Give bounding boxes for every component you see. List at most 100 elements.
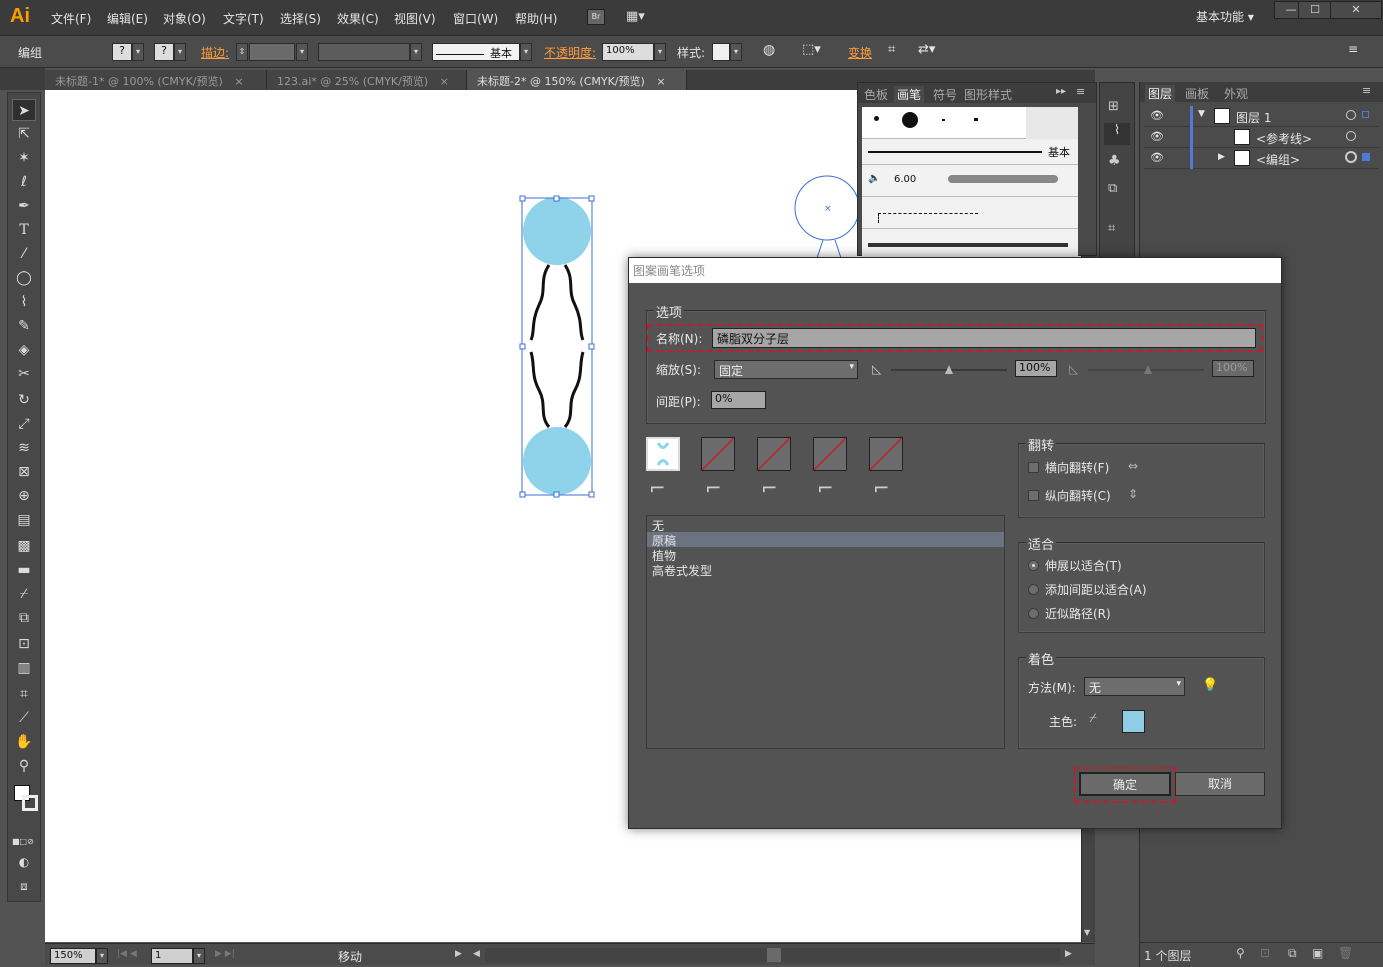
width-tool-icon[interactable]: ≋ [12,437,36,459]
key-color-swatch[interactable] [1122,710,1145,733]
ok-button[interactable]: 确定 [1079,772,1171,796]
scroll-right-icon[interactable]: ▶ [1065,949,1072,959]
eyedropper-tool-icon[interactable]: ⌿ [12,583,36,605]
gradient-tool-icon[interactable]: ▬ [12,559,36,581]
visibility-eye-icon[interactable]: 👁 [1150,130,1164,143]
pencil-tool-icon[interactable]: ✎ [12,315,36,337]
delete-layer-icon[interactable]: 🗑 [1338,946,1353,960]
magic-wand-tool-icon[interactable]: ✶ [12,147,36,169]
drawing-mode-icon[interactable]: ◐ [12,851,36,873]
symbol-sprayer-tool-icon[interactable]: ⊡ [12,633,36,655]
menu-object[interactable]: 对象(O) [163,10,206,27]
graphic-styles-panel-icon[interactable]: ⧉ [1108,181,1117,196]
zoom-dropdown[interactable]: ▾ [96,948,108,964]
close-window-button[interactable]: ✕ [1330,1,1382,19]
tab-symbols[interactable]: 符号 [933,86,957,103]
free-transform-tool-icon[interactable]: ⊠ [12,461,36,483]
name-input[interactable]: 磷脂双分子层 [712,328,1256,348]
selection-tool-icon[interactable]: ➤ [12,99,36,121]
bridge-button[interactable]: Br [587,9,605,25]
scroll-thumb[interactable] [767,948,781,962]
art-brush-row[interactable]: 🔈 6.00 [862,165,1078,197]
paintbrush-tool-icon[interactable]: ⌇ [12,291,36,313]
last-artboard-icon[interactable]: ▶ ▶| [215,949,235,959]
fit-spacing-radio[interactable] [1028,584,1039,595]
menu-type[interactable]: 文字(T) [223,10,264,27]
first-artboard-icon[interactable]: |◀ ◀ [117,949,137,959]
tab-close-icon[interactable]: × [656,75,665,88]
visibility-eye-icon[interactable]: 👁 [1150,151,1164,164]
brush-panel-menu-icon[interactable]: ≡ [1076,85,1085,98]
end-tile[interactable] [869,437,903,471]
visibility-eye-icon[interactable]: 👁 [1150,109,1164,122]
target-icon[interactable] [1346,110,1356,120]
fill-swatch[interactable]: ? [112,43,132,61]
direct-selection-tool-icon[interactable]: ⇱ [12,123,36,145]
expand-arrow-icon[interactable]: ▼ [1198,109,1205,119]
stroke-label[interactable]: 描边: [201,44,229,61]
variable-width-dropdown[interactable]: ▾ [410,43,422,61]
menu-help[interactable]: 帮助(H) [515,10,557,27]
ellipse-tool-icon[interactable]: ◯ [12,267,36,289]
shape-builder-tool-icon[interactable]: ⊕ [12,485,36,507]
transform-link[interactable]: 变换 [848,44,872,61]
mesh-tool-icon[interactable]: ▩ [12,535,36,557]
bristle-brush-row[interactable] [862,229,1078,257]
brush-list[interactable]: 基本 🔈 6.00 [862,107,1078,257]
expand-arrow-icon[interactable]: ▶ [1218,152,1225,162]
menu-window[interactable]: 窗口(W) [453,10,498,27]
transform-again-icon[interactable]: ⇄▾ [918,42,935,57]
menu-edit[interactable]: 编辑(E) [107,10,148,27]
artboard-field[interactable]: 1 [151,948,193,964]
lasso-tool-icon[interactable]: ℓ [12,171,36,193]
tab-close-icon[interactable]: × [234,75,243,88]
menu-effect[interactable]: 效果(C) [337,10,379,27]
tab-untitled-2[interactable]: 未标题-2* @ 150% (CMYK/预览) × [467,70,687,90]
menu-select[interactable]: 选择(S) [280,10,321,27]
flip-across-checkbox[interactable] [1028,490,1039,501]
line-tool-icon[interactable]: ⁄ [12,243,36,265]
tab-close-icon[interactable]: × [440,75,449,88]
graph-tool-icon[interactable]: ▤ [12,509,36,531]
stroke-stepper[interactable]: ⇕ [236,43,248,61]
layer-row[interactable]: 👁 ▶ <编组> [1144,148,1378,169]
stroke-swatch-dropdown[interactable]: ▾ [174,43,186,61]
zoom-tool-icon[interactable]: ⚲ [12,755,36,777]
column-graph-tool-icon[interactable]: ▥ [12,657,36,679]
rotate-tool-icon[interactable]: ↻ [12,389,36,411]
blend-tool-icon[interactable]: ⧉ [12,607,36,629]
tips-bulb-icon[interactable]: 💡 [1202,678,1218,693]
isolate-group-icon[interactable]: ⌗ [888,42,895,57]
symbols-panel-icon[interactable]: ♣ [1108,153,1121,169]
new-layer-icon[interactable]: ▣ [1312,946,1323,960]
color-mode-icon[interactable]: ■□⊘ [12,837,38,847]
stroke-weight-field[interactable] [249,43,295,61]
locate-object-icon[interactable]: ⚲ [1236,946,1245,960]
hand-tool-icon[interactable]: ✋ [12,731,36,753]
outer-corner-tile[interactable] [701,437,735,471]
list-item[interactable]: 高卷式发型 [652,562,712,579]
method-select[interactable]: 无 ▾ [1084,677,1185,696]
target-icon[interactable] [1346,131,1356,141]
side-tile[interactable] [646,437,680,471]
scissors-tool-icon[interactable]: ✂ [12,363,36,385]
type-tool-icon[interactable]: T [12,219,36,241]
eyedropper-icon[interactable]: ⌿ [1089,711,1097,726]
align-options-icon[interactable]: ⬚▾ [802,42,821,57]
scale-mode-select[interactable]: 固定 ▾ [714,360,858,379]
tab-layers[interactable]: 图层 [1145,85,1176,102]
opacity-label[interactable]: 不透明度: [544,44,596,61]
cancel-button[interactable]: 取消 [1175,772,1265,796]
horizontal-scrollbar[interactable] [485,948,1060,962]
tab-graphic-styles[interactable]: 图形样式 [964,86,1012,103]
maximize-button[interactable]: ☐ [1298,1,1332,19]
layer-row[interactable]: 👁 ▼ 图层 1 [1144,106,1378,127]
tab-123-ai[interactable]: 123.ai* @ 25% (CMYK/预览) × [267,70,467,90]
scale-slider[interactable] [891,365,1007,374]
workspace-switcher[interactable]: 基本功能 ▾ [1196,8,1254,25]
layer-row[interactable]: 👁 <参考线> [1144,127,1378,148]
stroke-weight-dropdown[interactable]: ▾ [296,43,308,61]
control-panel-menu-icon[interactable]: ≡ [1348,42,1358,56]
clipping-mask-icon[interactable]: ⊡ [1260,946,1270,960]
calligraphic-brushes-row[interactable] [862,107,1026,139]
